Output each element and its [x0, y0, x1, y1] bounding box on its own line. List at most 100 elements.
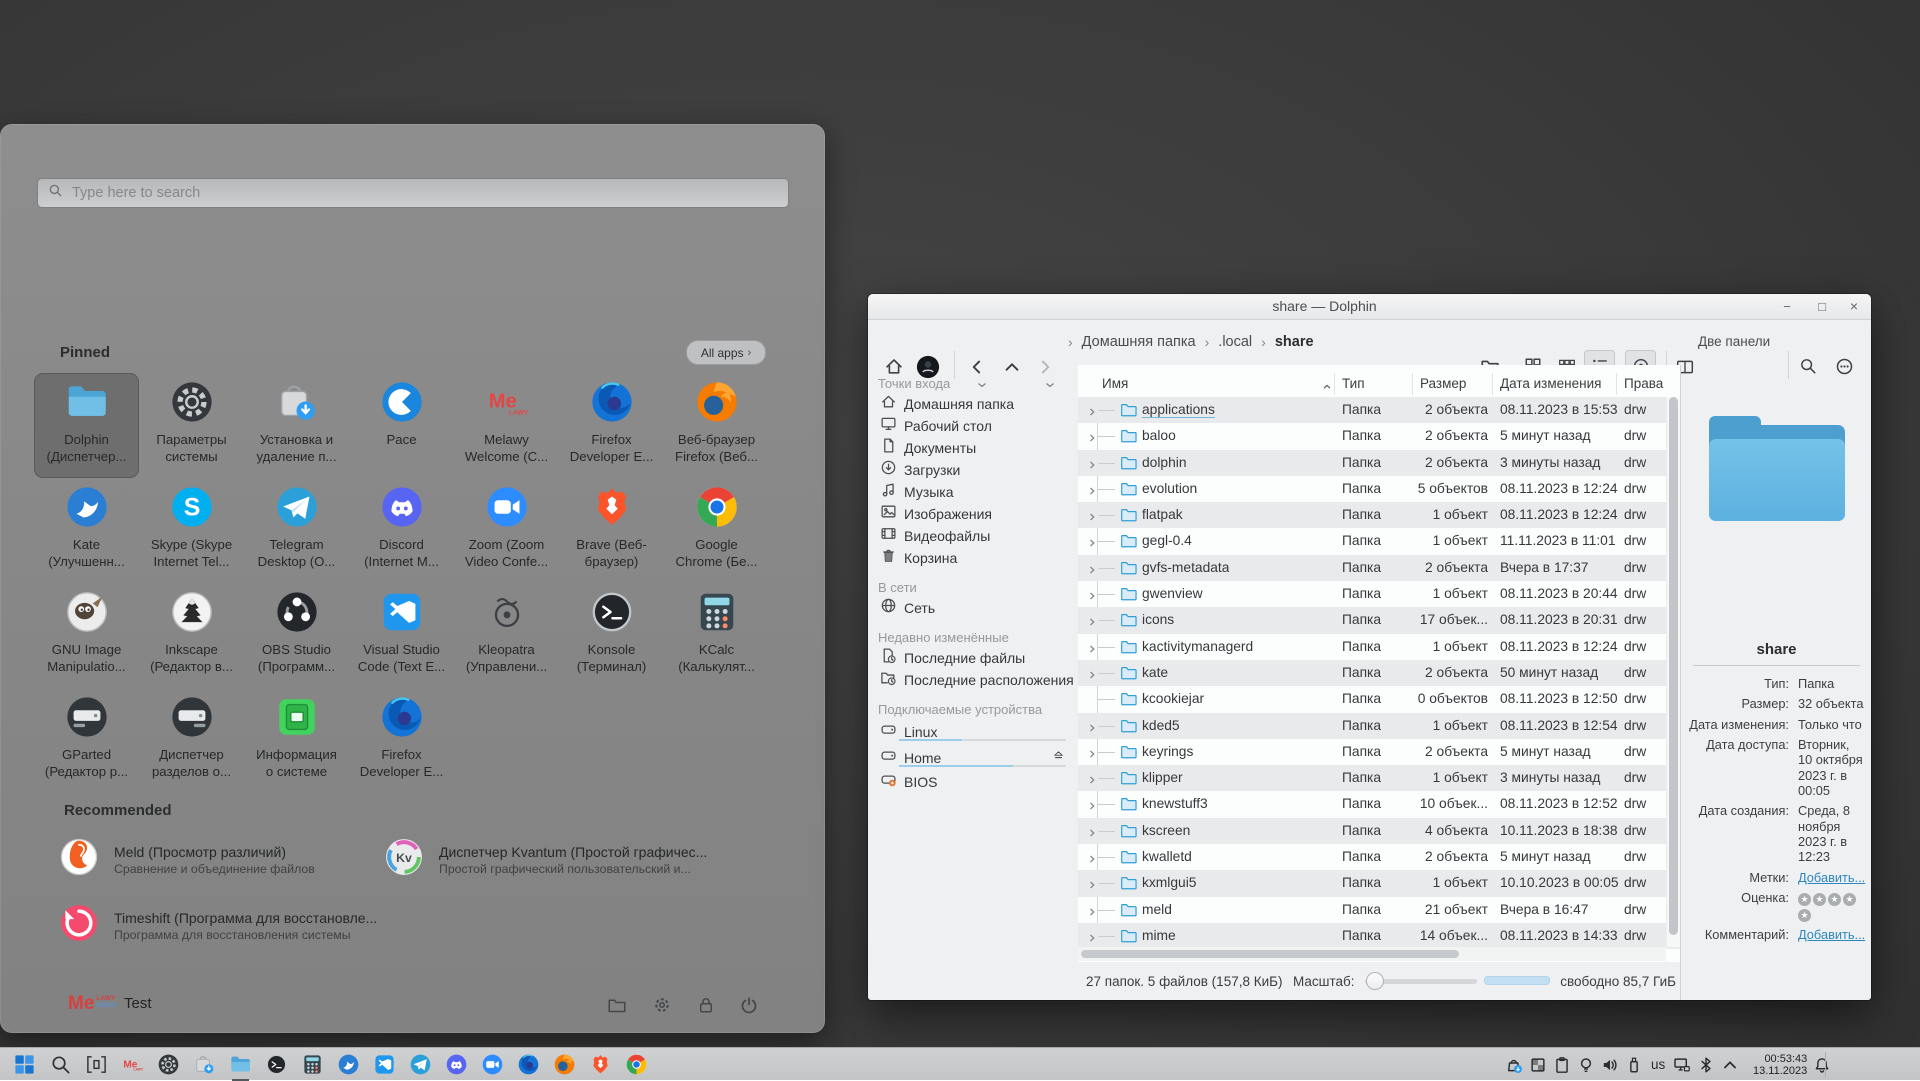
app-pace[interactable]: Pace [349, 373, 454, 478]
add-link[interactable]: Добавить... [1798, 867, 1867, 887]
recommended-timeshift[interactable]: Timeshift (Программа для восстановле...П… [58, 902, 377, 949]
table-row-keyrings[interactable]: keyrings Папка 2 объекта 5 минут назад d… [1078, 739, 1680, 765]
table-row-gegl-0.4[interactable]: gegl-0.4 Папка 1 объект 11.11.2023 в 11:… [1078, 528, 1680, 554]
sidebar-item-bios[interactable]: BIOS [880, 771, 1078, 793]
table-row-kcookiejar[interactable]: kcookiejar Папка 0 объектов 08.11.2023 в… [1078, 686, 1680, 712]
taskbar-settings-icon[interactable] [157, 1053, 180, 1076]
expander-icon[interactable] [1089, 878, 1097, 893]
tray-volume-icon[interactable] [1601, 1056, 1619, 1074]
show-desktop-separator[interactable] [1825, 1052, 1826, 1077]
star-icon[interactable]: ★ [1798, 909, 1811, 922]
sidebar-item-музыка[interactable]: Музыка [880, 481, 1078, 503]
expander-icon[interactable] [1089, 615, 1097, 630]
taskbar-kate-icon[interactable] [337, 1053, 360, 1076]
breadcrumb-local[interactable]: .local [1218, 334, 1252, 350]
add-link[interactable]: Добавить... [1798, 925, 1867, 945]
rating-stars[interactable]: ★★★★★ [1798, 888, 1867, 925]
tray-usb-icon[interactable] [1625, 1056, 1643, 1074]
lock-button[interactable] [696, 995, 716, 1015]
table-row-kate[interactable]: kate Папка 2 объекта 50 минут назад drw [1078, 660, 1680, 686]
tray-clipboard-icon[interactable] [1553, 1056, 1571, 1074]
expander-icon[interactable] [1089, 668, 1097, 683]
expander-icon[interactable] [1089, 747, 1097, 762]
horizontal-scrollbar[interactable] [1078, 947, 1666, 961]
settings-button[interactable] [652, 995, 672, 1015]
app-kleopatra[interactable]: Kleopatra(Управлени... [454, 583, 559, 688]
sidebar-item-корзина[interactable]: Корзина [880, 547, 1078, 569]
sidebar-item-рабочий-стол[interactable]: Рабочий стол [880, 415, 1078, 437]
minimize-button[interactable]: − [1776, 297, 1798, 316]
taskbar-dolphin-icon[interactable] [229, 1053, 252, 1076]
app-partitionmanager[interactable]: Диспетчерразделов о... [139, 688, 244, 793]
tray-bell-icon[interactable] [1813, 1056, 1831, 1074]
table-row-applications[interactable]: applications Папка 2 объекта 08.11.2023 … [1078, 397, 1680, 423]
table-row-kded5[interactable]: kded5 Папка 1 объект 08.11.2023 в 12:54 … [1078, 713, 1680, 739]
close-button[interactable]: × [1843, 297, 1865, 316]
table-row-klipper[interactable]: klipper Папка 1 объект 3 минуты назад dr… [1078, 765, 1680, 791]
app-settings[interactable]: Параметрысистемы [139, 373, 244, 478]
expander-icon[interactable] [1089, 852, 1097, 867]
expander-icon[interactable] [1089, 510, 1097, 525]
taskbar-chrome-icon[interactable] [625, 1053, 648, 1076]
expander-icon[interactable] [1089, 589, 1097, 604]
recommended-meld[interactable]: Meld (Просмотр различий)Сравнение и объе… [58, 836, 315, 883]
sidebar-item-последние-расположения[interactable]: Последние расположения [880, 669, 1078, 691]
app-gimp[interactable]: GNU ImageManipulatio... [34, 583, 139, 688]
app-firefox-dev[interactable]: FirefoxDeveloper E... [559, 373, 664, 478]
taskbar-zoom-icon[interactable] [481, 1053, 504, 1076]
table-row-gwenview[interactable]: gwenview Папка 1 объект 08.11.2023 в 20:… [1078, 581, 1680, 607]
expander-icon[interactable] [1089, 642, 1097, 657]
app-vscode[interactable]: Visual StudioCode (Text E... [349, 583, 454, 688]
app-obs[interactable]: OBS Studio(Программ... [244, 583, 349, 688]
table-row-kxmlgui5[interactable]: kxmlgui5 Папка 1 объект 10.10.2023 в 00:… [1078, 870, 1680, 896]
sidebar-item-изображения[interactable]: Изображения [880, 503, 1078, 525]
star-icon[interactable]: ★ [1813, 893, 1826, 906]
expander-icon[interactable] [1089, 458, 1097, 473]
zoom-slider-handle[interactable] [1366, 972, 1384, 990]
sidebar-item-документы[interactable]: Документы [880, 437, 1078, 459]
expander-icon[interactable] [1089, 721, 1097, 736]
sidebar-item-домашняя-папка[interactable]: Домашняя папка [880, 393, 1078, 415]
table-row-knewstuff3[interactable]: knewstuff3 Папка 10 объек... 08.11.2023 … [1078, 791, 1680, 817]
expander-icon[interactable] [1089, 563, 1097, 578]
taskbar-melawy-icon[interactable]: MeLAWY [121, 1053, 144, 1076]
table-row-kactivitymanagerd[interactable]: kactivitymanagerd Папка 1 объект 08.11.2… [1078, 634, 1680, 660]
tray-bluetooth-icon[interactable] [1697, 1056, 1715, 1074]
maximize-button[interactable]: □ [1811, 297, 1833, 316]
star-icon[interactable]: ★ [1798, 893, 1811, 906]
star-icon[interactable]: ★ [1843, 893, 1856, 906]
expander-icon[interactable] [1089, 773, 1097, 788]
table-row-kscreen[interactable]: kscreen Папка 4 объекта 10.11.2023 в 18:… [1078, 818, 1680, 844]
star-icon[interactable]: ★ [1828, 893, 1841, 906]
taskbar-kcalc-icon[interactable] [301, 1053, 324, 1076]
file-manager-button[interactable] [607, 995, 627, 1015]
app-discord[interactable]: Discord(Internet M... [349, 478, 454, 583]
table-row-baloo[interactable]: baloo Папка 2 объекта 5 минут назад drw [1078, 423, 1680, 449]
expander-icon[interactable] [1089, 905, 1097, 920]
tray-night-color-icon[interactable] [1577, 1056, 1595, 1074]
app-konsole[interactable]: Konsole(Терминал) [559, 583, 664, 688]
table-row-kwalletd[interactable]: kwalletd Папка 2 объекта 5 минут назад d… [1078, 844, 1680, 870]
vertical-scrollbar[interactable] [1666, 397, 1680, 947]
app-skype[interactable]: S Skype (SkypeInternet Tel... [139, 478, 244, 583]
app-dolphin-selected[interactable]: Dolphin(Диспетчер... [34, 373, 139, 478]
column-perms[interactable]: Права [1624, 376, 1663, 391]
app-gparted[interactable]: GParted(Редактор р... [34, 688, 139, 793]
table-row-flatpak[interactable]: flatpak Папка 1 объект 08.11.2023 в 12:2… [1078, 502, 1680, 528]
table-row-dolphin[interactable]: dolphin Папка 2 объекта 3 минуты назад d… [1078, 450, 1680, 476]
table-row-icons[interactable]: icons Папка 17 объек... 08.11.2023 в 20:… [1078, 607, 1680, 633]
clock[interactable]: 00:53:4313.11.2023 [1749, 1053, 1807, 1077]
expander-icon[interactable] [1089, 484, 1097, 499]
app-brave[interactable]: Brave (Веб-браузер) [559, 478, 664, 583]
tray-chevron-up-icon[interactable] [1721, 1056, 1739, 1074]
app-sysinfo[interactable]: Информацияо системе [244, 688, 349, 793]
app-kate[interactable]: Kate(Улучшенн... [34, 478, 139, 583]
table-row-evolution[interactable]: evolution Папка 5 объектов 08.11.2023 в … [1078, 476, 1680, 502]
table-row-gvfs-metadata[interactable]: gvfs-metadata Папка 2 объекта Вчера в 17… [1078, 555, 1680, 581]
eject-icon[interactable] [1052, 748, 1065, 766]
expander-icon[interactable] [1089, 431, 1097, 446]
breadcrumb-current[interactable]: share [1275, 334, 1314, 350]
sidebar-item-home[interactable]: Home [880, 745, 1078, 771]
app-chrome[interactable]: GoogleChrome (Бе... [664, 478, 769, 583]
tray-checker-icon[interactable] [1529, 1056, 1547, 1074]
